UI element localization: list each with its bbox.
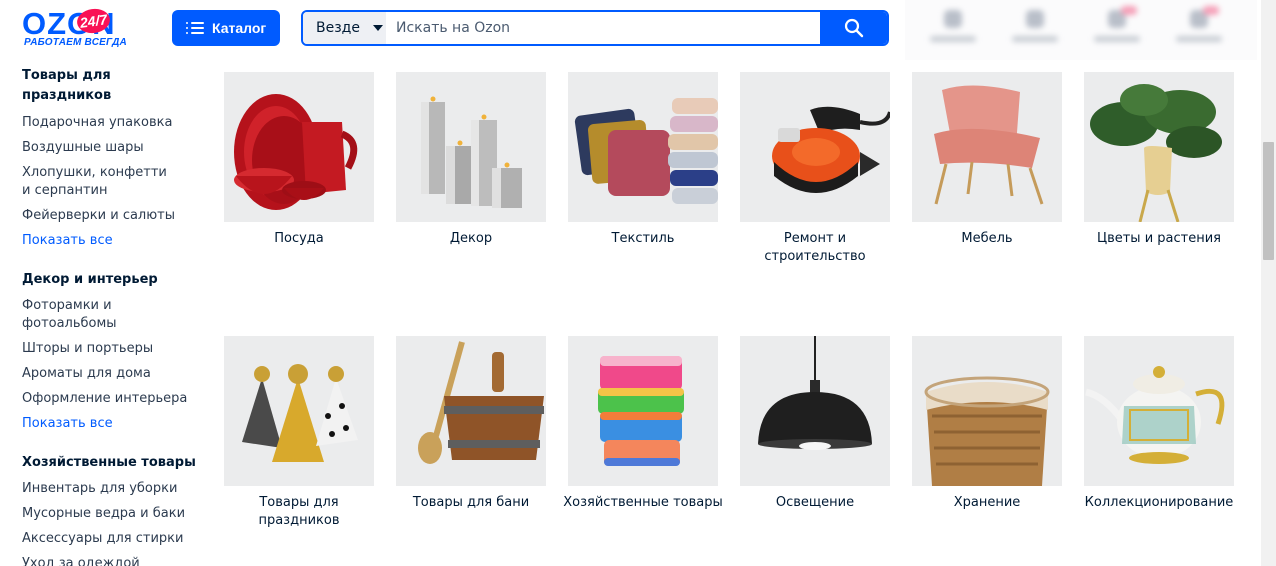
teapot-icon: [1085, 366, 1225, 464]
chevron-down-icon: [372, 25, 383, 31]
sponges-icon: [598, 356, 684, 466]
ozon-logo[interactable]: OZON 24/7 РАБОТАЕМ ВСЕГДА: [22, 6, 142, 48]
candles-icon: [421, 96, 522, 208]
category-tile-collecting[interactable]: Коллекционирование: [1084, 336, 1234, 512]
tile-image: [396, 72, 546, 222]
tile-label: Мебель: [961, 231, 1013, 246]
dishes-icon: [234, 94, 358, 210]
catalog-label: Каталог: [212, 20, 267, 36]
catalog-button[interactable]: Каталог: [172, 10, 280, 46]
search-scope-select[interactable]: Везде: [303, 12, 386, 44]
category-tile-sauna[interactable]: Товары для бани: [396, 336, 546, 512]
tile-label: Посуда: [274, 231, 324, 246]
sidebar-item[interactable]: Инвентарь для уборки: [22, 480, 197, 498]
sidebar-item[interactable]: Хлопушки, конфетти и серпантин: [22, 164, 174, 200]
tile-image: [1084, 336, 1234, 486]
party-hats-icon: [242, 364, 358, 462]
category-tile-plants[interactable]: Цветы и растения: [1084, 72, 1234, 248]
pendant-lamp-icon: [758, 336, 872, 450]
tile-image: [740, 336, 890, 486]
sidebar-item[interactable]: Ароматы для дома: [22, 365, 197, 383]
category-tile-decor[interactable]: Декор: [396, 72, 546, 248]
tile-image: [568, 336, 718, 486]
sidebar-item[interactable]: Подарочная упаковка: [22, 114, 197, 132]
category-tile-holiday[interactable]: Товары для праздников: [224, 336, 374, 530]
blurred-action: [1087, 6, 1147, 50]
header: OZON 24/7 РАБОТАЕМ ВСЕГДА Каталог Везде: [0, 0, 905, 58]
search-icon: [844, 18, 863, 38]
basket-icon: [924, 376, 1050, 486]
sidebar-item[interactable]: Уход за одеждой и обувью: [22, 555, 152, 566]
tile-label: Цветы и растения: [1096, 231, 1221, 246]
category-tile-storage[interactable]: Хранение: [912, 336, 1062, 512]
scrollbar-thumb[interactable]: [1263, 142, 1274, 260]
blurred-action: [1169, 6, 1229, 50]
tile-image: [224, 72, 374, 222]
tile-label: Ремонт и строительство: [764, 231, 866, 264]
sidebar-section-title[interactable]: Хозяйственные товары: [22, 453, 197, 473]
sidebar-item[interactable]: Фоторамки и фотоальбомы: [22, 297, 132, 333]
sidebar-item[interactable]: Фейерверки и салюты: [22, 207, 197, 225]
tile-label: Декор: [449, 231, 493, 246]
tile-label: Освещение: [775, 495, 855, 510]
menu-icon: [186, 21, 204, 35]
tile-label: Хранение: [953, 495, 1021, 510]
page-scrollbar[interactable]: [1261, 0, 1276, 566]
category-tile-household[interactable]: Хозяйственные товары: [563, 336, 723, 512]
tile-image: [1084, 72, 1234, 222]
search-button[interactable]: [820, 12, 887, 44]
show-all-link[interactable]: Показать все: [22, 415, 197, 433]
sander-icon: [772, 106, 890, 193]
sidebar-item[interactable]: Мусорные ведра и баки: [22, 505, 197, 523]
blurred-action: [1005, 10, 1065, 50]
sidebar-item[interactable]: Шторы и портьеры: [22, 340, 197, 358]
armchair-icon: [934, 85, 1044, 205]
tile-label: Товары для бани: [412, 495, 530, 510]
tile-image: [568, 72, 718, 222]
plant-icon: [1090, 84, 1222, 222]
pillows-icon: [574, 98, 718, 204]
search-bar: Везде: [301, 10, 889, 46]
sidebar-item[interactable]: Аксессуары для стирки: [22, 530, 197, 548]
sidebar-item[interactable]: Воздушные шары: [22, 139, 197, 157]
show-all-link[interactable]: Показать все: [22, 232, 197, 250]
category-tile-lighting[interactable]: Освещение: [740, 336, 890, 512]
tile-label: Текстиль: [611, 231, 675, 246]
sidebar-section-title[interactable]: Декор и интерьер: [22, 270, 197, 290]
search-scope-label: Везде: [316, 20, 360, 36]
category-tile-textile[interactable]: Текстиль: [568, 72, 718, 248]
sidebar-item[interactable]: Оформление интерьера: [22, 390, 197, 408]
tile-image: [912, 336, 1062, 486]
sidebar-section-title[interactable]: Товары для праздников: [22, 66, 197, 106]
header-user-actions-blurred: [905, 0, 1257, 60]
tile-image: [740, 72, 890, 222]
tile-image: [912, 72, 1062, 222]
search-input[interactable]: [386, 12, 820, 44]
tile-image: [224, 336, 374, 486]
blurred-action: [923, 10, 983, 50]
category-sidebar: Товары для праздников Подарочная упаковк…: [22, 66, 197, 566]
category-tile-furniture[interactable]: Мебель: [912, 72, 1062, 248]
tile-label: Хозяйственные товары: [563, 495, 723, 510]
logo-slogan: РАБОТАЕМ ВСЕГДА: [24, 37, 127, 48]
tile-image: [396, 336, 546, 486]
category-tile-repair[interactable]: Ремонт и строительство: [740, 72, 890, 266]
tile-label: Коллекционирование: [1084, 495, 1234, 510]
category-tile-dishes[interactable]: Посуда: [224, 72, 374, 248]
tile-label: Товары для праздников: [258, 495, 340, 528]
sauna-bucket-icon: [418, 341, 544, 464]
